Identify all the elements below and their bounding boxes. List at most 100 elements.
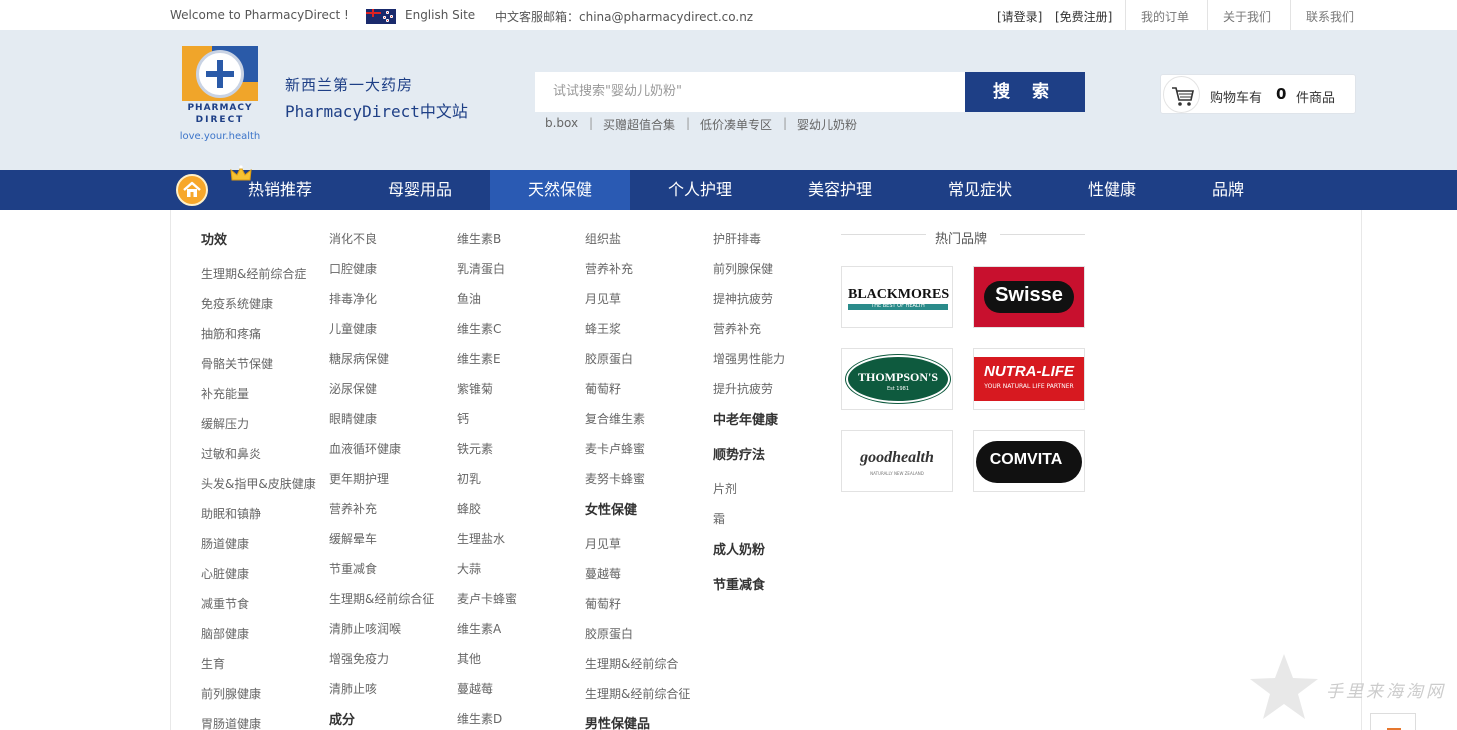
menu-link[interactable]: 维生素E (457, 350, 501, 367)
cart-button[interactable]: 购物车有 0 件商品 (1160, 74, 1356, 114)
menu-link[interactable]: 骨骼关节保健 (201, 355, 273, 372)
nav-item-brands[interactable]: 品牌 (1198, 170, 1258, 210)
menu-link[interactable]: 胶原蛋白 (585, 350, 633, 367)
menu-link[interactable]: 胶原蛋白 (585, 625, 633, 642)
menu-heading-efficacy[interactable]: 功效 (201, 229, 227, 248)
menu-link[interactable]: 肠道健康 (201, 535, 249, 552)
menu-link[interactable]: 葡萄籽 (585, 595, 621, 612)
menu-link[interactable]: 清肺止咳 (329, 680, 377, 697)
menu-link[interactable]: 葡萄籽 (585, 380, 621, 397)
menu-link[interactable]: 维生素B (457, 230, 501, 247)
menu-link[interactable]: 月见草 (585, 535, 621, 552)
brand-comvita[interactable]: COMVITA (973, 430, 1085, 492)
menu-link[interactable]: 前列腺健康 (201, 685, 261, 702)
menu-link[interactable]: 营养补充 (585, 260, 633, 277)
menu-link[interactable]: 过敏和鼻炎 (201, 445, 261, 462)
brand-blackmores[interactable]: BLACKMORES THE BEST OF HEALTH (841, 266, 953, 328)
menu-link[interactable]: 蜂王浆 (585, 320, 621, 337)
menu-link[interactable]: 助眠和镇静 (201, 505, 261, 522)
menu-link[interactable]: 麦卡卢蜂蜜 (585, 440, 645, 457)
brand-swisse[interactable]: Swisse (973, 266, 1085, 328)
hot-keyword-link[interactable]: 买赠超值合集 (603, 116, 675, 133)
menu-link[interactable]: 营养补充 (329, 500, 377, 517)
menu-link[interactable]: 维生素A (457, 620, 501, 637)
menu-link[interactable]: 增强免疫力 (329, 650, 389, 667)
about-us-link[interactable]: 关于我们 (1223, 8, 1271, 25)
menu-link[interactable]: 泌尿保健 (329, 380, 377, 397)
nav-item-baby[interactable]: 母婴用品 (370, 170, 470, 210)
menu-link[interactable]: 儿童健康 (329, 320, 377, 337)
nav-item-sexual-health[interactable]: 性健康 (1072, 170, 1152, 210)
hot-keyword-link[interactable]: 婴幼儿奶粉 (797, 116, 857, 133)
nav-item-beauty[interactable]: 美容护理 (790, 170, 890, 210)
menu-heading-elderly[interactable]: 中老年健康 (713, 409, 778, 428)
menu-link[interactable]: 蜂胶 (457, 500, 481, 517)
menu-link[interactable]: 复合维生素 (585, 410, 645, 427)
menu-link[interactable]: 减重节食 (201, 595, 249, 612)
nav-item-symptoms[interactable]: 常见症状 (930, 170, 1030, 210)
my-orders-link[interactable]: 我的订单 (1141, 8, 1189, 25)
hot-keyword-link[interactable]: 低价凑单专区 (700, 116, 772, 133)
menu-link[interactable]: 提神抗疲劳 (713, 290, 773, 307)
search-button[interactable]: 搜 索 (965, 72, 1085, 112)
brand-nutralife[interactable]: NUTRA-LIFE YOUR NATURAL LIFE PARTNER (973, 348, 1085, 410)
menu-link[interactable]: 片剂 (713, 480, 737, 497)
login-link[interactable]: [请登录] (997, 8, 1042, 25)
menu-link[interactable]: 眼睛健康 (329, 410, 377, 427)
menu-link[interactable]: 护肝排毒 (713, 230, 761, 247)
menu-link[interactable]: 增强男性能力 (713, 350, 785, 367)
menu-link[interactable]: 乳清蛋白 (457, 260, 505, 277)
menu-link[interactable]: 麦卢卡蜂蜜 (457, 590, 517, 607)
menu-heading-homeopathy[interactable]: 顺势疗法 (713, 444, 765, 463)
menu-link[interactable]: 脑部健康 (201, 625, 249, 642)
feedback-float-button[interactable] (1370, 713, 1416, 730)
menu-heading-women[interactable]: 女性保健 (585, 499, 637, 518)
menu-link[interactable]: 钙 (457, 410, 469, 427)
menu-link[interactable]: 铁元素 (457, 440, 493, 457)
menu-link[interactable]: 蔓越莓 (585, 565, 621, 582)
menu-link[interactable]: 清肺止咳润喉 (329, 620, 401, 637)
menu-link[interactable]: 提升抗疲劳 (713, 380, 773, 397)
menu-link[interactable]: 生理期&经前综合征 (585, 685, 690, 702)
menu-link[interactable]: 口腔健康 (329, 260, 377, 277)
english-site-link[interactable]: English Site (405, 8, 475, 22)
menu-link[interactable]: 生理期&经前综合征 (329, 590, 434, 607)
hot-keyword-link[interactable]: b.box (545, 116, 578, 130)
menu-link[interactable]: 大蒜 (457, 560, 481, 577)
contact-us-link[interactable]: 联系我们 (1306, 8, 1354, 25)
menu-link[interactable]: 生理期&经前综合症 (201, 265, 306, 282)
menu-link[interactable]: 初乳 (457, 470, 481, 487)
home-icon[interactable] (176, 174, 208, 206)
brand-thompsons[interactable]: THOMPSON'S Est 1981 (841, 348, 953, 410)
menu-link[interactable]: 消化不良 (329, 230, 377, 247)
register-link[interactable]: [免费注册] (1055, 8, 1112, 25)
menu-link[interactable]: 其他 (457, 650, 481, 667)
menu-link[interactable]: 紫锥菊 (457, 380, 493, 397)
menu-link[interactable]: 生育 (201, 655, 225, 672)
menu-link[interactable]: 月见草 (585, 290, 621, 307)
menu-link[interactable]: 蔓越莓 (457, 680, 493, 697)
menu-heading-adult-milk[interactable]: 成人奶粉 (713, 539, 765, 558)
menu-link[interactable]: 头发&指甲&皮肤健康 (201, 475, 316, 492)
menu-link[interactable]: 心脏健康 (201, 565, 249, 582)
menu-link[interactable]: 营养补充 (713, 320, 761, 337)
menu-link[interactable]: 缓解晕车 (329, 530, 377, 547)
menu-heading-diet[interactable]: 节重减食 (713, 574, 765, 593)
menu-link[interactable]: 生理盐水 (457, 530, 505, 547)
menu-link[interactable]: 霜 (713, 510, 725, 527)
menu-link[interactable]: 补充能量 (201, 385, 249, 402)
menu-link[interactable]: 胃肠道健康 (201, 715, 261, 730)
menu-link[interactable]: 维生素D (457, 710, 502, 727)
menu-link[interactable]: 排毒净化 (329, 290, 377, 307)
nav-item-natural-health[interactable]: 天然保健 (490, 170, 630, 210)
menu-link[interactable]: 维生素C (457, 320, 501, 337)
menu-link[interactable]: 免疫系统健康 (201, 295, 273, 312)
menu-heading-ingredients[interactable]: 成分 (329, 709, 355, 728)
brand-goodhealth[interactable]: goodhealth NATURALLY NEW ZEALAND (841, 430, 953, 492)
nav-item-personal-care[interactable]: 个人护理 (650, 170, 750, 210)
search-input[interactable]: 试试搜索"婴幼儿奶粉" (535, 72, 965, 112)
menu-link[interactable]: 抽筋和疼痛 (201, 325, 261, 342)
menu-link[interactable]: 前列腺保健 (713, 260, 773, 277)
menu-link[interactable]: 节重减食 (329, 560, 377, 577)
menu-link[interactable]: 鱼油 (457, 290, 481, 307)
